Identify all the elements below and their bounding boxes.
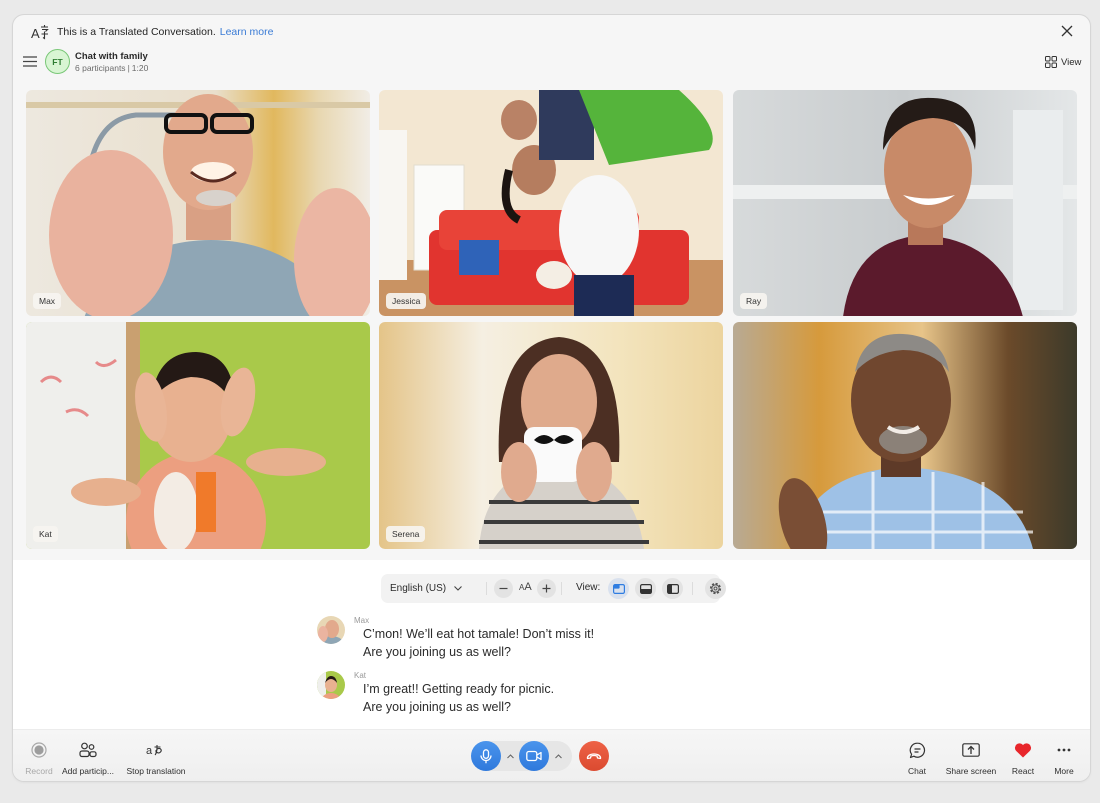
- chevron-up-icon: [506, 753, 514, 759]
- translated-conversation-banner: This is a Translated Conversation. Learn …: [57, 26, 273, 38]
- participant-video: [26, 322, 370, 549]
- participant-video: [26, 90, 370, 316]
- speaker-avatar-kat: [317, 671, 345, 699]
- language-dropdown[interactable]: English (US): [390, 574, 463, 603]
- view-side-panel-button[interactable]: [662, 578, 683, 599]
- participant-name: Ray: [740, 293, 768, 309]
- learn-more-link[interactable]: Learn more: [220, 26, 274, 38]
- participant-tile-serena[interactable]: Serena: [379, 322, 723, 549]
- minus-icon: [499, 584, 508, 593]
- caption-line: Are you joining us as well?: [363, 645, 511, 659]
- view-overlay-button[interactable]: [608, 578, 629, 599]
- more-icon: [1054, 740, 1074, 760]
- subtitle-separator: |: [127, 63, 130, 73]
- microphone-icon: [480, 748, 492, 764]
- add-participants-label: Add particip...: [62, 766, 114, 776]
- chat-subtitle: 6 participants | 1:20: [75, 63, 148, 73]
- mute-button[interactable]: [471, 741, 501, 771]
- hamburger-menu-icon[interactable]: [23, 55, 37, 67]
- chat-title: Chat with family: [75, 51, 148, 62]
- stop-translation-label: Stop translation: [126, 766, 186, 776]
- call-window: A This is a Translated Conversation. Lear…: [13, 15, 1090, 781]
- chevron-up-icon: [554, 753, 562, 759]
- end-call-icon: [586, 752, 602, 760]
- view-label: View: [1061, 56, 1082, 68]
- add-participants-icon: [78, 740, 98, 760]
- participant-video: [733, 90, 1077, 316]
- stop-translation-button[interactable]: a Stop translation: [116, 740, 196, 776]
- participant-tile-kat[interactable]: Kat: [26, 322, 370, 549]
- close-icon[interactable]: [1058, 22, 1076, 40]
- banner-text: This is a Translated Conversation.: [57, 26, 216, 38]
- participant-video: [733, 322, 1077, 549]
- captions-view-label: View:: [576, 582, 601, 593]
- chat-label: Chat: [908, 766, 926, 776]
- call-toolbar: Record Add particip... a Stop translatio…: [13, 729, 1090, 781]
- camera-button[interactable]: [519, 741, 549, 771]
- share-screen-icon: [961, 740, 981, 760]
- grid-view-icon: [1045, 56, 1057, 68]
- participant-tile-jessica[interactable]: Jessica: [379, 90, 723, 316]
- camera-icon: [526, 750, 542, 762]
- view-layout-button[interactable]: View: [1045, 54, 1081, 70]
- participant-video: [379, 90, 723, 316]
- view-bottom-panel-button[interactable]: [635, 578, 656, 599]
- more-button[interactable]: More: [1024, 740, 1090, 776]
- group-avatar[interactable]: FT: [45, 49, 70, 74]
- participant-tile-max[interactable]: Max: [26, 90, 370, 316]
- participant-name: Jessica: [386, 293, 427, 309]
- participant-tile-ray[interactable]: Ray: [733, 90, 1077, 316]
- chevron-down-icon: [454, 586, 463, 591]
- participant-count: 6 participants: [75, 63, 126, 73]
- audio-options-chevron[interactable]: [504, 750, 516, 762]
- record-icon: [29, 740, 49, 760]
- language-value: English (US): [390, 583, 447, 594]
- divider: [692, 582, 693, 595]
- call-duration: 1:20: [131, 63, 149, 73]
- end-call-button[interactable]: [579, 741, 609, 771]
- plus-icon: [542, 584, 551, 593]
- side-panel-view-icon: [666, 583, 679, 594]
- caption-line: I’m great!! Getting ready for picnic.: [363, 682, 555, 696]
- caption-line: C’mon! We’ll eat hot tamale! Don’t miss …: [363, 627, 595, 641]
- participant-tile-6[interactable]: [733, 322, 1077, 549]
- overlay-view-icon: [612, 583, 625, 594]
- caption-settings-button[interactable]: [705, 578, 726, 599]
- font-size-indicator: AA: [519, 581, 532, 593]
- svg-text:a: a: [146, 745, 153, 757]
- participant-video: [379, 322, 723, 549]
- svg-text:A: A: [31, 26, 40, 40]
- decrease-font-button[interactable]: [494, 579, 513, 598]
- speaker-name: Kat: [354, 671, 367, 680]
- speaker-name: Max: [354, 616, 370, 625]
- increase-font-button[interactable]: [537, 579, 556, 598]
- bottom-panel-view-icon: [639, 583, 652, 594]
- speaker-avatar-max: [317, 616, 345, 644]
- translate-icon: A: [31, 24, 49, 40]
- participant-name: Kat: [33, 526, 58, 542]
- caption-line: Are you joining us as well?: [363, 700, 511, 714]
- chat-icon: [907, 740, 927, 760]
- divider: [561, 582, 562, 595]
- translate-icon: a: [146, 740, 166, 760]
- participant-name: Max: [33, 293, 62, 309]
- captions-toolbar: English (US) AA View:: [381, 574, 726, 603]
- divider: [486, 582, 487, 595]
- video-options-chevron[interactable]: [552, 750, 564, 762]
- participant-name: Serena: [386, 526, 426, 542]
- more-label: More: [1054, 766, 1074, 776]
- gear-icon: [709, 582, 722, 595]
